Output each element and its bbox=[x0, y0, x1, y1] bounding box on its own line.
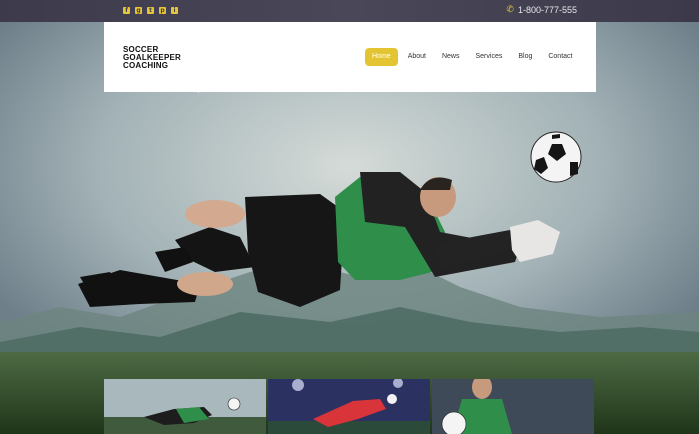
phone-number[interactable]: 1-800-777-555 bbox=[518, 5, 577, 15]
main-navigation: Home About News Services Blog Contact bbox=[365, 48, 580, 66]
top-bar: f g t p i ✆ 1-800-777-555 bbox=[0, 0, 699, 22]
thumbnail-image bbox=[104, 379, 266, 434]
thumbnail-strip bbox=[104, 379, 594, 434]
facebook-icon[interactable]: f bbox=[123, 7, 130, 14]
nav-home[interactable]: Home bbox=[365, 48, 398, 66]
thumbnail-image bbox=[432, 379, 594, 434]
nav-news[interactable]: News bbox=[434, 48, 468, 66]
twitter-icon[interactable]: t bbox=[147, 7, 154, 14]
thumbnail-goalkeeper-holding-ball[interactable] bbox=[432, 379, 594, 434]
thumbnail-image bbox=[268, 379, 430, 434]
nav-blog[interactable]: Blog bbox=[510, 48, 540, 66]
google-plus-icon[interactable]: g bbox=[135, 7, 142, 14]
social-links: f g t p i bbox=[123, 7, 178, 14]
site-logo[interactable]: SOCCER GOALKEEPER COACHING bbox=[123, 46, 181, 70]
pinterest-icon[interactable]: p bbox=[159, 7, 166, 14]
phone-contact[interactable]: ✆ 1-800-777-555 bbox=[506, 5, 577, 15]
nav-contact[interactable]: Contact bbox=[540, 48, 580, 66]
site-header: SOCCER GOALKEEPER COACHING Home About Ne… bbox=[104, 22, 596, 92]
instagram-icon[interactable]: i bbox=[171, 7, 178, 14]
nav-services[interactable]: Services bbox=[468, 48, 511, 66]
thumbnail-goalkeeper-diving-save[interactable] bbox=[104, 379, 266, 434]
thumbnail-goalkeeper-red-kit[interactable] bbox=[268, 379, 430, 434]
phone-icon: ✆ bbox=[506, 5, 514, 15]
header-pointer bbox=[193, 88, 199, 93]
logo-line-3: COACHING bbox=[123, 61, 169, 70]
nav-about[interactable]: About bbox=[400, 48, 434, 66]
